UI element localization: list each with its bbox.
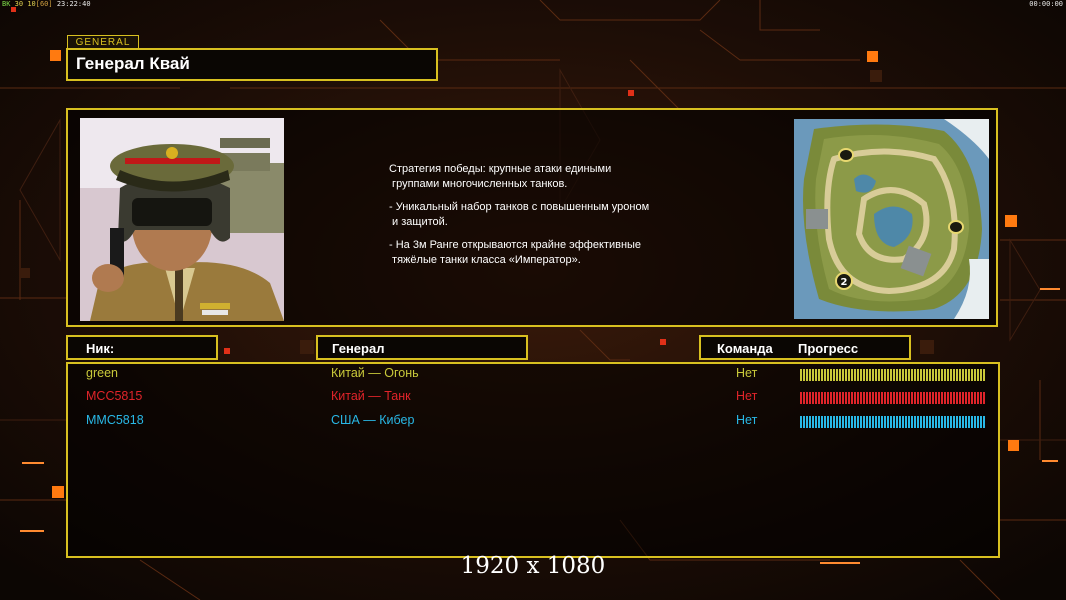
player-nick: MMC5818 bbox=[86, 413, 144, 427]
column-header-nick: Ник: bbox=[66, 335, 218, 360]
map-preview: 2 bbox=[794, 119, 989, 319]
status-item: ВК bbox=[2, 0, 11, 8]
player-general: США — Кибер bbox=[331, 413, 415, 427]
status-item: 30 bbox=[14, 0, 24, 8]
resolution-label: 1920 x 1080 bbox=[460, 553, 606, 579]
column-header-team-progress: Команда Прогресс bbox=[699, 335, 911, 360]
status-time: 23:22:40 bbox=[56, 0, 91, 8]
strategy-description: Стратегия победы: крупные атаки едиными … bbox=[389, 162, 719, 276]
player-row: MCC5815 Китай — Танк Нет bbox=[0, 389, 1066, 409]
progress-bar bbox=[800, 416, 985, 428]
player-team[interactable]: Нет bbox=[736, 366, 757, 380]
player-general: Китай — Огонь bbox=[331, 366, 419, 380]
player-team[interactable]: Нет bbox=[736, 413, 757, 427]
player-nick: green bbox=[86, 366, 118, 380]
game-clock: 00:00:00 bbox=[1029, 0, 1063, 8]
status-item: [60] bbox=[35, 0, 53, 8]
progress-bar bbox=[800, 369, 985, 381]
fps-status-bar: ВК 30 10[60] 23:22:40 bbox=[2, 0, 91, 8]
player-team[interactable]: Нет bbox=[736, 389, 757, 403]
strategy-line: - На 3м Ранге открываются крайне эффекти… bbox=[389, 239, 642, 266]
player-row: green Китай — Огонь Нет bbox=[0, 366, 1066, 386]
column-header-general: Генерал bbox=[316, 335, 528, 360]
player-general: Китай — Танк bbox=[331, 389, 411, 403]
general-name: Генерал Квай bbox=[76, 54, 190, 73]
progress-bar bbox=[800, 392, 985, 404]
general-portrait bbox=[80, 118, 284, 321]
column-header-label: Команда bbox=[717, 341, 773, 356]
column-header-label: Прогресс bbox=[798, 341, 859, 356]
general-title-box: Генерал Квай bbox=[66, 48, 438, 81]
column-header-label: Генерал bbox=[332, 341, 385, 356]
status-item: 10 bbox=[27, 0, 36, 8]
minimap-player-marker: 2 bbox=[841, 277, 848, 288]
column-header-label: Ник: bbox=[86, 341, 115, 356]
strategy-line: - Уникальный набор танков с повышенным у… bbox=[389, 201, 650, 228]
player-row: MMC5818 США — Кибер Нет bbox=[0, 413, 1066, 433]
player-nick: MCC5815 bbox=[86, 389, 143, 403]
strategy-line: Стратегия победы: крупные атаки едиными … bbox=[389, 163, 612, 190]
